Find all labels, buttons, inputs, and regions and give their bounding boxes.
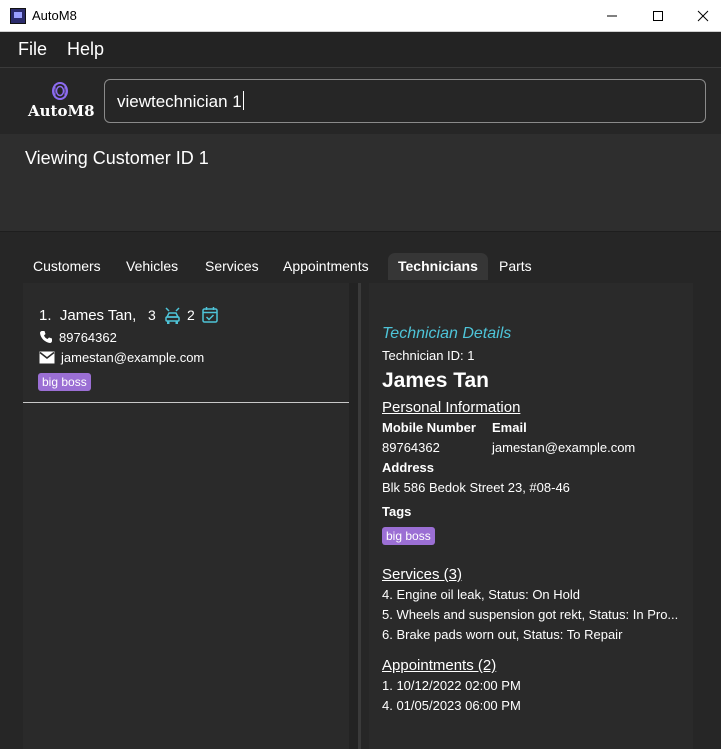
service-count: 3 bbox=[148, 307, 156, 323]
calendar-check-icon bbox=[202, 307, 218, 323]
command-bar: AutoM8 viewtechnician 1 bbox=[0, 68, 721, 134]
right-gutter bbox=[693, 283, 721, 749]
tab-parts[interactable]: Parts bbox=[489, 253, 542, 280]
minimize-button[interactable] bbox=[589, 0, 635, 31]
envelope-icon bbox=[39, 351, 55, 364]
tag-badge: big boss bbox=[382, 527, 435, 545]
list-item[interactable]: 1. James Tan, 3 2 89764362 jamestan@exam… bbox=[23, 283, 349, 403]
tab-customers[interactable]: Customers bbox=[23, 253, 111, 280]
tag-badge: big boss bbox=[38, 373, 91, 391]
services-heading: Services (3) bbox=[382, 566, 463, 583]
menu-bar: File Help bbox=[0, 32, 721, 68]
appointment-count: 2 bbox=[187, 307, 195, 323]
maximize-icon bbox=[653, 10, 663, 21]
technician-phone: 89764362 bbox=[39, 330, 117, 345]
app-logo: AutoM8 bbox=[28, 82, 95, 122]
command-input-value: viewtechnician 1 bbox=[117, 91, 244, 111]
tab-services[interactable]: Services bbox=[195, 253, 269, 280]
tag-list: big boss bbox=[38, 373, 91, 391]
technician-email: jamestan@example.com bbox=[39, 350, 204, 365]
technician-details-panel: Technician Details Technician ID: 1 Jame… bbox=[369, 283, 693, 749]
window-title: AutoM8 bbox=[32, 8, 77, 23]
tab-bar: Customers Vehicles Services Appointments… bbox=[0, 232, 721, 282]
service-item: 5. Wheels and suspension got rekt, Statu… bbox=[382, 607, 679, 622]
detail-tag-list: big boss bbox=[382, 527, 435, 545]
menu-help[interactable]: Help bbox=[67, 39, 104, 60]
details-heading: Technician Details bbox=[382, 325, 512, 342]
car-service-icon bbox=[165, 307, 180, 324]
title-bar[interactable]: AutoM8 bbox=[0, 0, 721, 32]
email-label: Email bbox=[492, 420, 527, 435]
email-value: jamestan@example.com bbox=[492, 440, 636, 455]
appointment-item: 1. 10/12/2022 02:00 PM bbox=[382, 678, 521, 693]
appointments-heading: Appointments (2) bbox=[382, 657, 497, 674]
maximize-button[interactable] bbox=[635, 0, 681, 31]
technician-id: Technician ID: 1 bbox=[382, 348, 475, 363]
tags-label: Tags bbox=[382, 504, 412, 519]
service-item: 4. Engine oil leak, Status: On Hold bbox=[382, 587, 581, 602]
minimize-icon bbox=[607, 15, 617, 16]
tab-vehicles[interactable]: Vehicles bbox=[116, 253, 188, 280]
mobile-label: Mobile Number bbox=[382, 420, 476, 435]
split-pane-gap bbox=[349, 283, 358, 749]
result-message: Viewing Customer ID 1 bbox=[25, 148, 209, 168]
close-button[interactable] bbox=[680, 0, 721, 31]
app-icon bbox=[10, 8, 26, 24]
personal-info-heading: Personal Information bbox=[382, 399, 521, 416]
mobile-value: 89764362 bbox=[382, 440, 440, 455]
service-item: 6. Brake pads worn out, Status: To Repai… bbox=[382, 627, 623, 642]
tab-appointments[interactable]: Appointments bbox=[273, 253, 379, 280]
logo-text: AutoM8 bbox=[28, 102, 95, 120]
app-window: AutoM8 File Help AutoM8 viewtechnician 1 bbox=[0, 0, 721, 749]
tab-technicians[interactable]: Technicians bbox=[388, 253, 488, 280]
technician-name-heading: James Tan bbox=[382, 369, 489, 392]
phone-icon bbox=[40, 331, 52, 343]
split-pane-divider[interactable] bbox=[358, 283, 361, 749]
wheel-icon bbox=[52, 82, 68, 100]
result-display: Viewing Customer ID 1 bbox=[0, 134, 721, 232]
address-value: Blk 586 Bedok Street 23, #08-46 bbox=[382, 480, 570, 495]
technician-list[interactable]: 1. James Tan, 3 2 89764362 jamestan@exam… bbox=[23, 283, 349, 749]
address-label: Address bbox=[382, 460, 435, 475]
menu-file[interactable]: File bbox=[18, 39, 47, 60]
close-icon bbox=[697, 10, 709, 21]
technician-name: 1. James Tan, bbox=[39, 307, 137, 324]
appointment-item: 4. 01/05/2023 06:00 PM bbox=[382, 698, 521, 713]
